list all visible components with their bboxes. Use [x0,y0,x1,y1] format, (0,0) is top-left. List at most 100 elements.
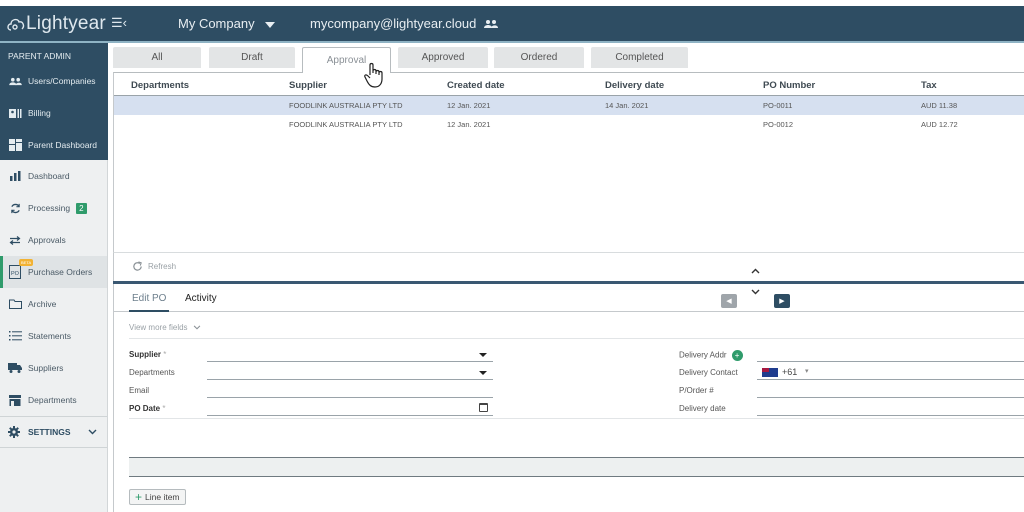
sidebar-item-approvals[interactable]: Approvals [0,224,107,256]
delivery-date-field[interactable] [757,402,1024,416]
svg-text:PO: PO [11,271,20,277]
cell-supplier: FOODLINK AUSTRALIA PTY LTD [289,101,403,110]
sidebar-item-suppliers[interactable]: Suppliers [0,352,107,384]
add-address-icon[interactable]: + [731,350,743,361]
column-header-delivery-date[interactable]: Delivery date [605,80,664,91]
folder-icon [8,299,22,309]
tab-approved[interactable]: Approved [398,47,488,68]
company-label: My Company [178,16,255,31]
cell-created-date: 12 Jan. 2021 [447,120,491,129]
sync-icon [8,203,22,214]
sidebar-item-label: Billing [28,108,51,118]
sidebar-item-billing[interactable]: Billing [0,97,108,129]
sidebar-item-label: Archive [28,299,57,309]
tab-label: Approved [421,52,465,63]
bar-chart-icon [8,171,22,181]
caret-down-icon [479,353,487,357]
table-footer: Refresh [113,252,1024,281]
caret-down-icon [479,371,487,375]
column-header-departments[interactable]: Departments [131,80,189,91]
sidebar-item-archive[interactable]: Archive [0,288,107,320]
billing-icon [8,108,22,118]
chevron-down-icon[interactable] [751,287,760,298]
line-items-table [129,457,1024,477]
sidebar-item-departments[interactable]: Departments [0,384,107,416]
column-header-po-number[interactable]: PO Number [763,80,815,91]
country-code: +61 [782,367,798,377]
tab-all[interactable]: All [113,47,201,68]
supplier-select[interactable] [207,348,493,362]
column-header-supplier[interactable]: Supplier [289,80,327,91]
refresh-icon [133,261,142,271]
table-header: Departments Supplier Created date Delive… [114,73,1024,96]
chevron-up-icon[interactable] [751,266,760,277]
view-more-fields-toggle[interactable]: View more fields [129,323,201,332]
delivery-date-label: Delivery date [679,404,726,413]
caret-down-icon [264,21,275,28]
po-date-field[interactable] [207,402,493,416]
logo[interactable]: Lightyear [6,11,106,37]
sidebar-item-users-companies[interactable]: Users/Companies [0,65,108,97]
parent-admin-section: PARENT ADMIN Users/Companies Billing Par… [0,43,108,160]
sidebar-item-parent-dashboard[interactable]: Parent Dashboard [0,129,108,161]
sidebar-item-purchase-orders[interactable]: PO BETA Purchase Orders [0,256,107,288]
logo-text: Lightyear [26,13,106,34]
previous-po-button[interactable]: ◀ [721,294,737,308]
gear-icon [8,426,22,438]
line-item-label: Line item [145,492,180,502]
next-po-button[interactable]: ▶ [774,294,790,308]
menu-collapse-icon[interactable]: ☰‹ [111,15,127,31]
parent-admin-title: PARENT ADMIN [8,51,71,61]
user-account[interactable]: mycompany@lightyear.cloud [310,16,499,31]
email-label: Email [129,386,150,395]
sidebar-settings[interactable]: SETTINGS [0,416,107,448]
list-icon [8,331,22,341]
tab-label: Approval [326,55,367,66]
p-order-field[interactable] [757,384,1024,398]
caret-right-icon: ▶ [779,298,785,305]
calendar-icon[interactable] [479,403,488,412]
sidebar-item-label: Users/Companies [28,76,96,86]
sidebar-item-processing[interactable]: Processing 2 [0,192,107,224]
cloud-logo-icon [7,18,25,31]
tab-activity[interactable]: Activity [185,293,217,304]
cell-po-number: PO-0012 [763,120,794,129]
sidebar-item-label: Processing [28,203,71,213]
edit-subtabs: Edit PO Activity ◀ ▶ [114,284,1024,312]
add-line-item-button[interactable]: + Line item [129,489,186,505]
sidebar-item-label: Suppliers [28,363,64,373]
company-selector[interactable]: My Company [178,16,275,31]
australia-flag-icon[interactable] [762,368,778,377]
delivery-contact-label: Delivery Contact [679,368,738,377]
sidebar: PARENT ADMIN Users/Companies Billing Par… [0,43,108,512]
sidebar-item-statements[interactable]: Statements [0,320,107,352]
table-row[interactable]: FOODLINK AUSTRALIA PTY LTD 12 Jan. 2021 … [114,96,1024,115]
column-header-created-date[interactable]: Created date [447,80,505,91]
delivery-addr-field[interactable] [757,348,1024,362]
sidebar-item-label: Statements [28,331,71,341]
beta-tag: BETA [19,259,34,266]
cell-tax: AUD 11.38 [921,101,958,110]
table-row[interactable]: FOODLINK AUSTRALIA PTY LTD 12 Jan. 2021 … [114,115,1024,134]
tab-edit-po[interactable]: Edit PO [128,293,170,312]
refresh-button[interactable]: Refresh [132,261,176,272]
settings-label: SETTINGS [28,427,71,437]
po-date-label: PO Date * [129,404,166,413]
tab-ordered[interactable]: Ordered [494,47,584,68]
sidebar-item-dashboard[interactable]: Dashboard [0,160,107,192]
chevron-down-icon [193,325,201,330]
delivery-contact-field[interactable]: +61 ▾ [757,366,1024,380]
edit-po-panel: Edit PO Activity ◀ ▶ View more fields Su… [113,284,1024,512]
email-field[interactable] [207,384,493,398]
departments-select[interactable] [207,366,493,380]
supplier-label: Supplier * [129,350,167,359]
tab-draft[interactable]: Draft [209,47,295,68]
caret-down-icon[interactable]: ▾ [805,367,809,375]
cell-created-date: 12 Jan. 2021 [447,101,491,110]
view-more-label: View more fields [129,323,188,332]
swap-arrows-icon [8,235,22,245]
tab-label: Ordered [520,52,558,63]
divider [129,338,1024,339]
column-header-tax[interactable]: Tax [921,80,937,91]
tab-completed[interactable]: Completed [591,47,688,68]
